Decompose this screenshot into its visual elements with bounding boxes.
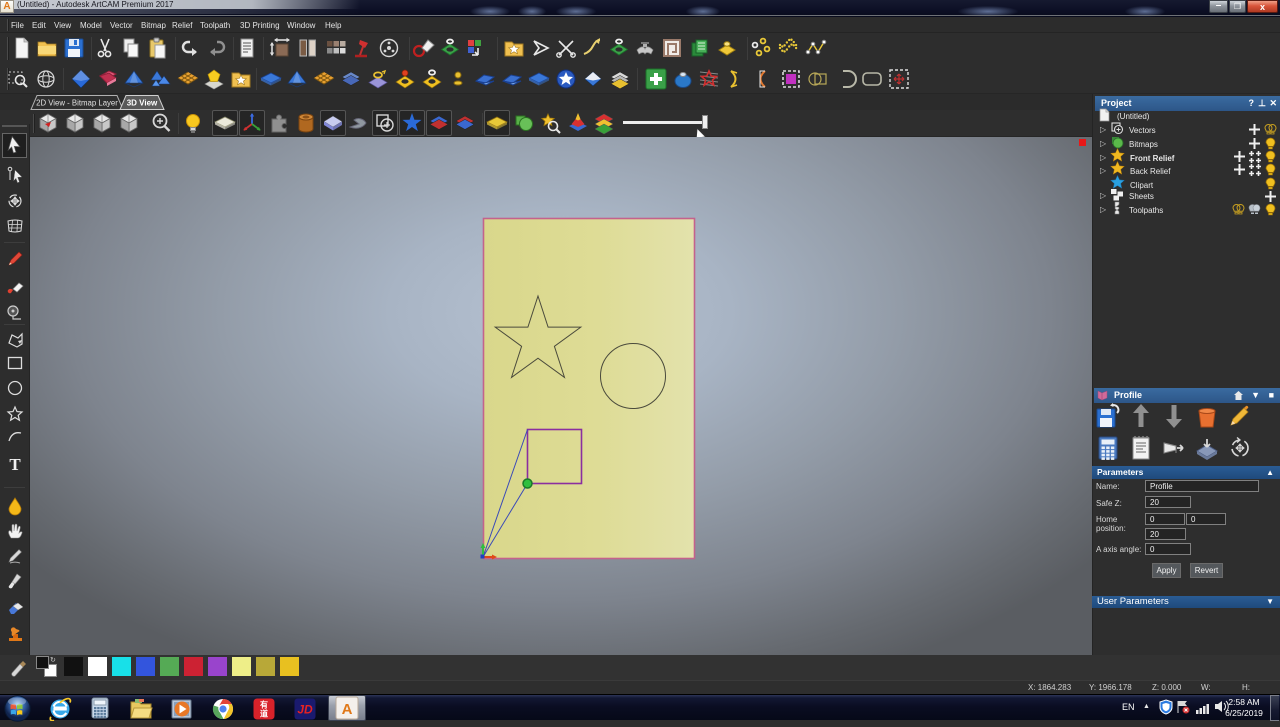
svg-text:有: 有 [260,700,268,710]
svg-text:A: A [342,701,353,718]
svg-text:T: T [9,455,21,474]
svg-text:JD: JD [297,703,313,717]
svg-text:2D View - Bitmap Layer: 2D View - Bitmap Layer [36,99,118,108]
svg-text:3D View: 3D View [127,99,158,108]
svg-text:道: 道 [260,709,268,719]
